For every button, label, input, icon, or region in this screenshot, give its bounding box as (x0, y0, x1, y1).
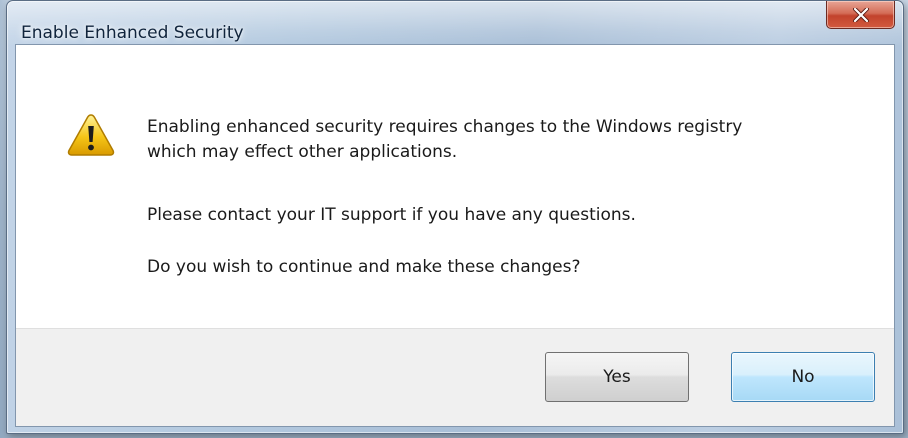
no-button[interactable]: No (731, 352, 875, 402)
warning-icon (67, 113, 115, 157)
message-paragraph-3: Do you wish to continue and make these c… (147, 257, 581, 277)
message-line-2: which may effect other applications. (147, 142, 458, 162)
message-paragraph-1: Enabling enhanced security requires chan… (147, 115, 742, 165)
dialog-client-area: Enabling enhanced security requires chan… (15, 44, 895, 427)
dialog-window: Enable Enhanced Security Enabling enhanc… (6, 0, 904, 434)
button-bar: Yes No (16, 328, 894, 426)
message-paragraph-2: Please contact your IT support if you ha… (147, 205, 636, 225)
close-icon (852, 7, 869, 22)
window-title: Enable Enhanced Security (21, 23, 244, 43)
message-line-1: Enabling enhanced security requires chan… (147, 117, 743, 137)
close-button[interactable] (826, 1, 895, 29)
yes-button[interactable]: Yes (545, 352, 689, 402)
message-area: Enabling enhanced security requires chan… (16, 45, 894, 328)
title-bar[interactable]: Enable Enhanced Security (7, 1, 903, 44)
